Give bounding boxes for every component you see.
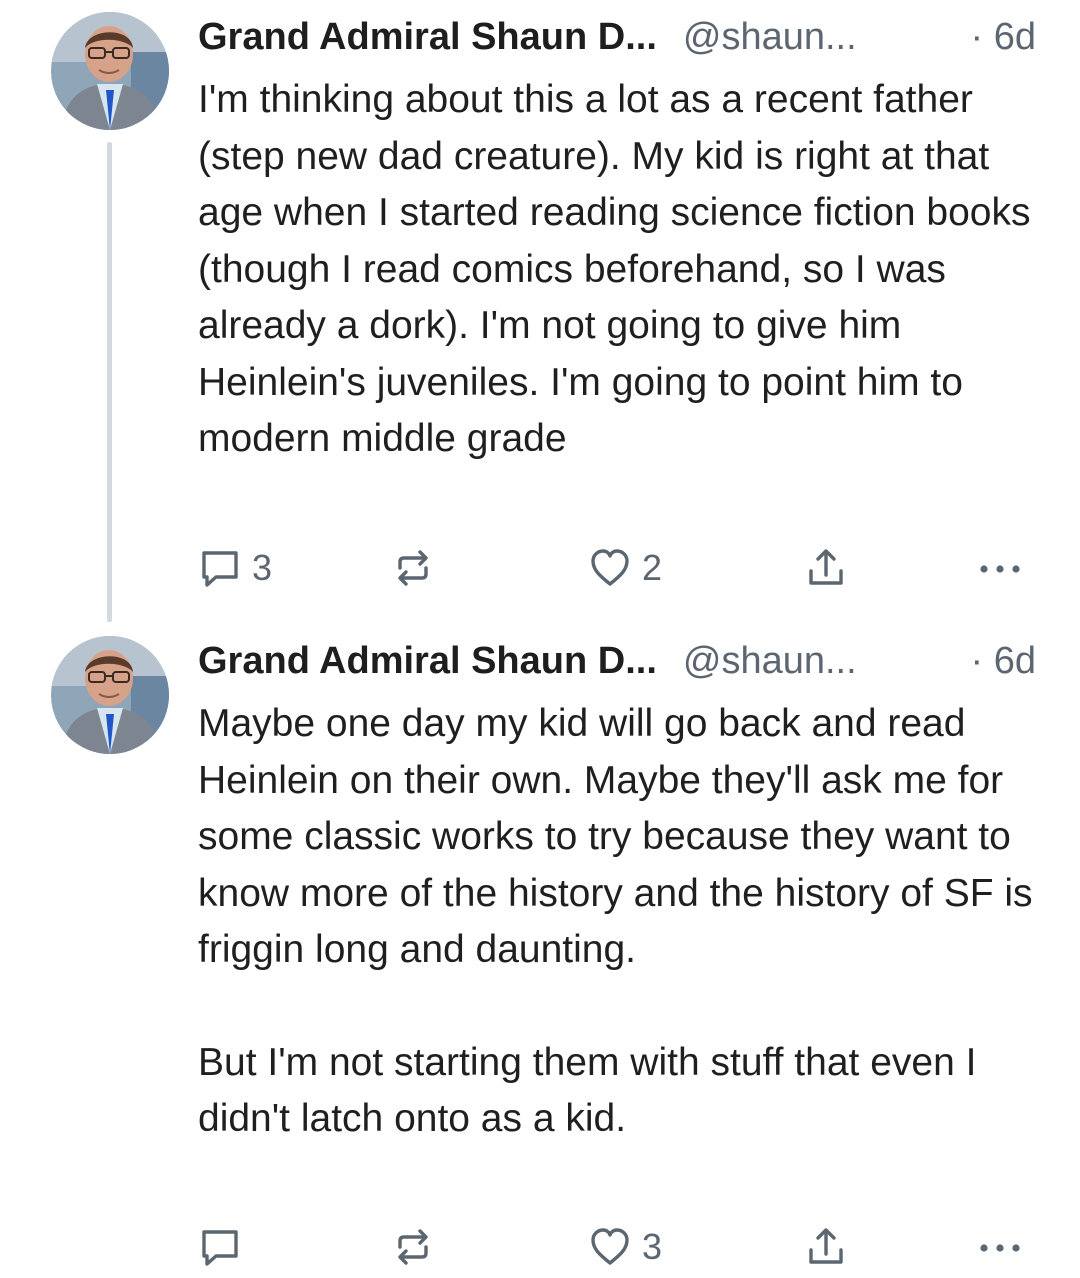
repost-button[interactable] bbox=[391, 538, 435, 598]
speech-bubble-icon bbox=[202, 551, 238, 587]
post-timestamp[interactable]: · 6d bbox=[971, 12, 1036, 62]
author-handle[interactable]: @shaun... bbox=[683, 16, 857, 58]
post-header: Grand Admiral Shaun D... @shaun... · 6d bbox=[198, 636, 1048, 686]
post-actions: 3 2 bbox=[198, 538, 1048, 598]
like-count: 2 bbox=[642, 547, 663, 588]
share-upload-icon bbox=[809, 1228, 843, 1264]
heart-icon bbox=[591, 1228, 629, 1265]
repost-arrows-icon bbox=[398, 550, 428, 586]
post-paragraph: But I'm not starting them with stuff tha… bbox=[198, 1040, 977, 1141]
reply-button[interactable] bbox=[198, 1217, 252, 1277]
ellipsis-icon bbox=[980, 1244, 1020, 1252]
thread-post[interactable]: Grand Admiral Shaun D... @shaun... · 6d M… bbox=[0, 624, 1080, 1278]
thread-post[interactable]: Grand Admiral Shaun D... @shaun... · 6d I… bbox=[0, 0, 1080, 630]
post-paragraph: I'm thinking about this a lot as a recen… bbox=[198, 78, 1031, 460]
author-display-name[interactable]: Grand Admiral Shaun D... bbox=[198, 16, 657, 58]
post-timestamp[interactable]: · 6d bbox=[971, 636, 1036, 686]
avatar[interactable] bbox=[51, 12, 169, 130]
post-header: Grand Admiral Shaun D... @shaun... · 6d bbox=[198, 12, 1048, 62]
avatar[interactable] bbox=[51, 636, 169, 754]
post-actions: 3 bbox=[198, 1217, 1048, 1277]
speech-bubble-icon bbox=[202, 1230, 238, 1266]
like-button[interactable]: 3 bbox=[588, 1217, 662, 1277]
reply-button[interactable]: 3 bbox=[198, 538, 272, 598]
repost-arrows-icon bbox=[398, 1229, 428, 1265]
avatar-image bbox=[51, 12, 169, 130]
ellipsis-icon bbox=[980, 565, 1020, 573]
author-display-name[interactable]: Grand Admiral Shaun D... bbox=[198, 640, 657, 682]
author-handle[interactable]: @shaun... bbox=[683, 640, 857, 682]
like-count: 3 bbox=[642, 1226, 663, 1267]
more-options-button[interactable] bbox=[976, 538, 1024, 598]
post-paragraph: Maybe one day my kid will go back and re… bbox=[198, 702, 1033, 971]
repost-button[interactable] bbox=[391, 1217, 435, 1277]
share-button[interactable] bbox=[804, 538, 848, 598]
post-text: I'm thinking about this a lot as a recen… bbox=[198, 72, 1058, 468]
avatar-image bbox=[51, 636, 169, 754]
share-upload-icon bbox=[809, 549, 843, 585]
thread-connector-line bbox=[107, 142, 112, 622]
reply-count: 3 bbox=[252, 547, 273, 588]
heart-icon bbox=[591, 549, 629, 586]
more-options-button[interactable] bbox=[976, 1217, 1024, 1277]
like-button[interactable]: 2 bbox=[588, 538, 662, 598]
post-text: Maybe one day my kid will go back and re… bbox=[198, 696, 1058, 1148]
share-button[interactable] bbox=[804, 1217, 848, 1277]
